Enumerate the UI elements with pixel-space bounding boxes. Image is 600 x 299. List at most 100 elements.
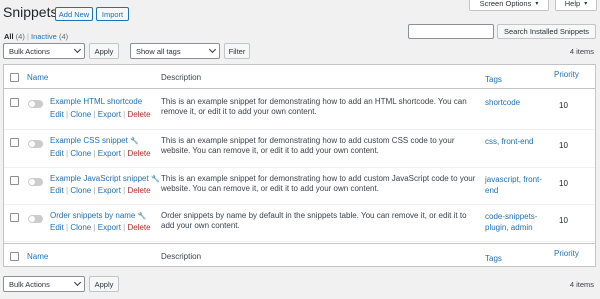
tag-link[interactable]: front-end <box>501 137 533 146</box>
column-priority[interactable]: Priority <box>554 70 579 79</box>
edit-link[interactable]: Edit <box>50 149 64 158</box>
snippet-priority: 10 <box>559 101 568 110</box>
help-button[interactable]: Help ▾ <box>555 0 597 11</box>
table-row: Example CSS snippet 🔧 Edit | Clone | Exp… <box>4 130 595 168</box>
bulk-actions-value: Bulk Actions <box>9 279 50 289</box>
import-button[interactable]: Import <box>96 7 129 21</box>
caret-down-icon: ▾ <box>584 1 588 7</box>
column-description-footer: Description <box>161 252 202 261</box>
clone-link[interactable]: Clone <box>70 223 91 232</box>
row-checkbox[interactable] <box>10 98 19 107</box>
activate-toggle[interactable] <box>28 178 43 186</box>
select-all-checkbox[interactable] <box>10 73 19 82</box>
edit-link[interactable]: Edit <box>50 186 64 195</box>
activate-toggle[interactable] <box>28 215 43 223</box>
page-title: Snippets <box>3 4 58 20</box>
delete-link[interactable]: Delete <box>127 223 150 232</box>
clone-link[interactable]: Clone <box>70 186 91 195</box>
tag-link[interactable]: end <box>485 186 498 195</box>
snippet-description: This is an example snippet for demonstra… <box>161 174 476 193</box>
table-row: Example HTML shortcode Edit | Clone | Ex… <box>4 90 595 130</box>
screen-options-button[interactable]: Screen Options ▾ <box>469 0 549 11</box>
table-row: Example JavaScript snippet 🔧 Edit | Clon… <box>4 168 595 205</box>
row-actions: Edit | Clone | Export | Delete <box>50 223 151 232</box>
chevron-down-icon <box>208 45 217 54</box>
row-checkbox[interactable] <box>10 213 19 222</box>
bulk-actions-select-bottom[interactable]: Bulk Actions <box>3 276 85 292</box>
activate-toggle[interactable] <box>28 100 43 108</box>
export-link[interactable]: Export <box>98 110 121 119</box>
column-name-footer[interactable]: Name <box>27 252 48 261</box>
bulk-actions-value: Bulk Actions <box>9 46 50 56</box>
items-count-top: 4 items <box>569 47 594 56</box>
apply-button-bottom[interactable]: Apply <box>89 276 119 292</box>
export-link[interactable]: Export <box>98 223 121 232</box>
tags-filter-select[interactable]: Show all tags <box>130 43 220 59</box>
filter-all-count: (4) <box>15 32 25 41</box>
export-link[interactable]: Export <box>98 149 121 158</box>
delete-link[interactable]: Delete <box>127 186 150 195</box>
snippet-name[interactable]: Order snippets by name <box>50 211 135 220</box>
row-actions: Edit | Clone | Export | Delete <box>50 149 151 158</box>
export-link[interactable]: Export <box>98 186 121 195</box>
filter-inactive[interactable]: Inactive <box>31 32 57 41</box>
snippet-description: Order snippets by name by default in the… <box>161 211 467 230</box>
snippet-priority: 10 <box>559 216 568 225</box>
bulk-actions-select-top[interactable]: Bulk Actions <box>3 43 85 59</box>
apply-button-top[interactable]: Apply <box>89 43 119 59</box>
tag-link[interactable]: javascript, front- <box>485 175 542 184</box>
snippet-tags: code-snippets- plugin, admin <box>485 211 547 233</box>
snippet-priority: 10 <box>559 141 568 150</box>
row-checkbox[interactable] <box>10 176 19 185</box>
edit-link[interactable]: Edit <box>50 110 64 119</box>
tag-link[interactable]: code-snippets- <box>485 212 537 221</box>
activate-toggle[interactable] <box>28 140 43 148</box>
wrench-icon: 🔧 <box>150 176 160 183</box>
wrench-icon: 🔧 <box>130 138 139 145</box>
snippet-name[interactable]: Example CSS snippet <box>50 136 128 145</box>
search-input[interactable] <box>408 24 494 39</box>
snippet-name-wrap: Example CSS snippet 🔧 <box>50 136 139 145</box>
column-priority-footer[interactable]: Priority <box>554 249 579 258</box>
column-name[interactable]: Name <box>27 73 48 82</box>
table-header: Name Description Tags Priority <box>4 65 595 89</box>
filter-button[interactable]: Filter <box>224 43 250 59</box>
tag-link[interactable]: plugin, admin <box>485 223 533 232</box>
view-filters: All (4) | Inactive (4) <box>4 32 68 41</box>
snippet-description: This is an example snippet for demonstra… <box>161 136 455 155</box>
edit-link[interactable]: Edit <box>50 223 64 232</box>
delete-link[interactable]: Delete <box>127 149 150 158</box>
clone-link[interactable]: Clone <box>70 149 91 158</box>
snippet-tags: shortcode <box>485 97 545 108</box>
column-tags-footer[interactable]: Tags <box>485 254 502 263</box>
snippet-name-wrap: Order snippets by name 🔧 <box>50 211 146 220</box>
snippet-name-wrap: Example JavaScript snippet 🔧 <box>50 174 160 183</box>
screen-options-label: Screen Options <box>479 0 532 8</box>
tags-filter-value: Show all tags <box>136 46 181 56</box>
wrench-icon: 🔧 <box>137 213 147 220</box>
row-actions: Edit | Clone | Export | Delete <box>50 110 151 119</box>
filter-separator: | <box>26 32 29 41</box>
table-footer: Name Description Tags Priority <box>4 243 595 267</box>
tag-link[interactable]: css, <box>485 137 501 146</box>
filter-inactive-count: (4) <box>58 32 69 41</box>
search-snippets-button[interactable]: Search Installed Snippets <box>497 24 596 39</box>
snippet-name[interactable]: Example HTML shortcode <box>50 97 142 106</box>
row-checkbox[interactable] <box>10 138 19 147</box>
column-description: Description <box>161 73 202 82</box>
snippet-tags: css, front-end <box>485 136 545 147</box>
chevron-down-icon <box>73 278 82 287</box>
tag-link[interactable]: shortcode <box>485 98 520 107</box>
snippet-priority: 10 <box>559 179 568 188</box>
row-actions: Edit | Clone | Export | Delete <box>50 186 151 195</box>
column-tags[interactable]: Tags <box>485 75 502 84</box>
snippet-name[interactable]: Example JavaScript snippet <box>50 174 149 183</box>
filter-all[interactable]: All <box>4 32 14 41</box>
items-count-bottom: 4 items <box>569 280 594 289</box>
add-new-button[interactable]: Add New <box>55 7 93 21</box>
select-all-checkbox-bottom[interactable] <box>10 252 19 261</box>
caret-down-icon: ▾ <box>535 1 539 7</box>
clone-link[interactable]: Clone <box>70 110 91 119</box>
help-label: Help <box>564 0 581 8</box>
delete-link[interactable]: Delete <box>127 110 150 119</box>
